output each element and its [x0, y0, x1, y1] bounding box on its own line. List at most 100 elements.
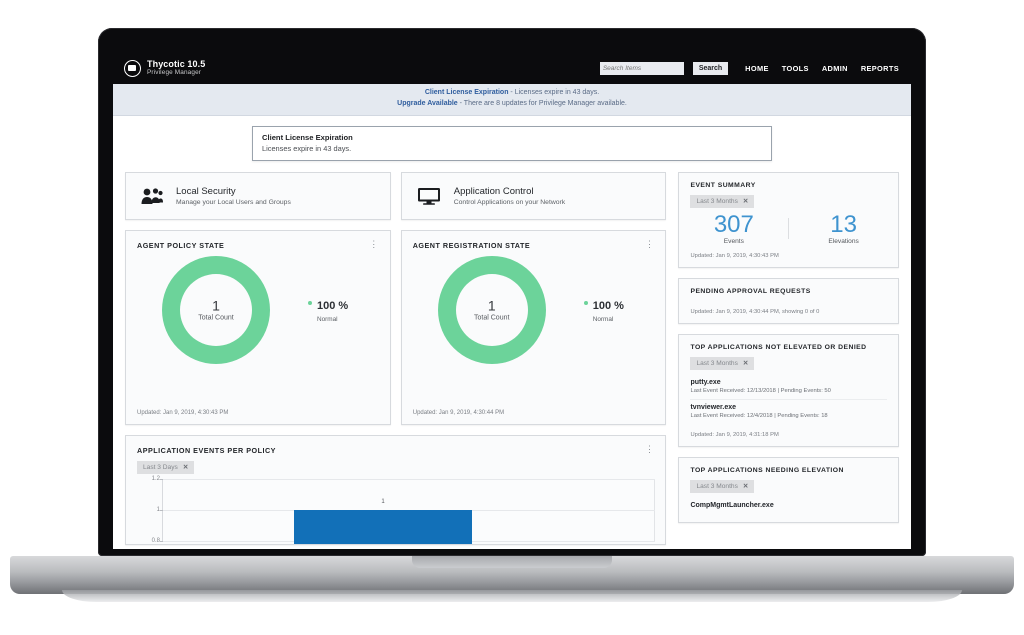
- shortcut-local-security[interactable]: Local Security Manage your Local Users a…: [125, 172, 391, 220]
- list-item[interactable]: putty.exe Last Event Received: 12/13/201…: [690, 375, 887, 400]
- brand-text: Thycotic 10.5 Privilege Manager: [147, 60, 205, 76]
- filter-pill-label: Last 3 Days: [143, 464, 178, 471]
- panel-title: TOP APPLICATIONS NEEDING ELEVATION: [690, 467, 887, 474]
- nav-link-admin[interactable]: ADMIN: [822, 64, 848, 73]
- card-header: AGENT POLICY STATE ⋮: [126, 231, 390, 250]
- y-axis-tick-label: 1.2: [136, 476, 160, 482]
- panel-event-summary: EVENT SUMMARY Last 3 Months ✕ 307 Events: [678, 172, 899, 268]
- legend-name: Normal: [593, 316, 624, 323]
- y-axis-tick-mark: [160, 510, 163, 511]
- donut-card-row: AGENT POLICY STATE ⋮ 1 Total Count: [125, 230, 666, 425]
- legend-name: Normal: [317, 316, 348, 323]
- dashboard-main-column: Local Security Manage your Local Users a…: [125, 172, 666, 545]
- shortcut-application-control[interactable]: Application Control Control Applications…: [401, 172, 667, 220]
- nav-link-tools[interactable]: TOOLS: [782, 64, 809, 73]
- filter-pill-label: Last 3 Months: [696, 360, 737, 367]
- card-header: AGENT REGISTRATION STATE ⋮: [402, 231, 666, 250]
- laptop-mockup: Thycotic 10.5 Privilege Manager Search H…: [0, 0, 1024, 635]
- stat-label: Events: [679, 238, 788, 245]
- shortcut-subtitle: Control Applications on your Network: [454, 199, 565, 206]
- nav-link-home[interactable]: HOME: [745, 64, 769, 73]
- stat-value: 13: [789, 212, 898, 237]
- notice-license-text: - Licenses expire in 43 days.: [508, 89, 599, 96]
- search-input[interactable]: [600, 62, 684, 75]
- nav-link-reports[interactable]: REPORTS: [861, 64, 899, 73]
- kebab-menu-icon[interactable]: ⋮: [369, 241, 379, 248]
- donut-legend: 100 % Normal: [584, 296, 624, 323]
- notice-license-title: Client License Expiration: [425, 89, 509, 96]
- laptop-base-notch: [412, 556, 612, 568]
- app-meta: Last Event Received: 12/4/2018 | Pending…: [690, 413, 887, 419]
- shortcut-application-control-text: Application Control Control Applications…: [454, 186, 565, 206]
- card-header: APPLICATION EVENTS PER POLICY ⋮: [126, 436, 665, 455]
- donut-count: 1: [438, 298, 546, 313]
- filter-pill-label: Last 3 Months: [696, 483, 737, 490]
- application-list: putty.exe Last Event Received: 12/13/201…: [679, 370, 898, 424]
- stat-value: 307: [679, 212, 788, 237]
- notice-license[interactable]: Client License Expiration - Licenses exp…: [113, 88, 911, 99]
- stat-label: Elevations: [789, 238, 898, 245]
- donut-chart: 1 Total Count: [438, 256, 546, 364]
- close-icon[interactable]: ✕: [743, 197, 748, 205]
- legend-dot-icon: [308, 301, 312, 305]
- y-axis-tick-label: 0.8: [136, 538, 160, 544]
- brand-product: Privilege Manager: [147, 70, 205, 77]
- kebab-menu-icon[interactable]: ⋮: [644, 241, 654, 248]
- panel-top-applications-not-elevated: TOP APPLICATIONS NOT ELEVATED OR DENIED …: [678, 334, 899, 447]
- bar-chart-plot: 1.2 1 0.8 1: [136, 479, 655, 541]
- card-updated-timestamp: Updated: Jan 9, 2019, 4:30:43 PM: [137, 410, 228, 416]
- license-expiration-callout[interactable]: Client License Expiration Licenses expir…: [252, 126, 772, 161]
- app-name: CompMgmtLauncher.exe: [690, 502, 887, 509]
- y-axis-tick-label: 1: [136, 507, 160, 513]
- list-item[interactable]: CompMgmtLauncher.exe: [690, 498, 887, 514]
- panel-header: EVENT SUMMARY: [679, 173, 898, 189]
- filter-pill-last-3-months[interactable]: Last 3 Months ✕: [690, 357, 754, 370]
- stat-elevations: 13 Elevations: [789, 212, 898, 245]
- top-navigation: Search HOME TOOLS ADMIN REPORTS: [600, 62, 899, 75]
- monitor-icon: [416, 186, 442, 206]
- donut-center-label: 1 Total Count: [438, 298, 546, 321]
- brand-logo-block[interactable]: Thycotic 10.5 Privilege Manager: [124, 60, 205, 77]
- laptop-foot-shadow: [62, 590, 962, 602]
- panel-top-applications-needing-elevation: TOP APPLICATIONS NEEDING ELEVATION Last …: [678, 457, 899, 523]
- y-axis-tick-mark: [160, 479, 163, 480]
- notice-upgrade-title: Upgrade Available: [397, 100, 458, 107]
- y-axis-tick-mark: [160, 541, 163, 542]
- shortcut-title: Application Control: [454, 186, 565, 197]
- card-agent-registration-state: AGENT REGISTRATION STATE ⋮ 1 Total Count: [401, 230, 667, 425]
- panel-updated-timestamp: Updated: Jan 9, 2019, 4:30:44 PM, showin…: [679, 295, 898, 315]
- panel-updated-timestamp: Updated: Jan 9, 2019, 4:30:43 PM: [679, 245, 898, 259]
- shortcut-title: Local Security: [176, 186, 291, 197]
- close-icon[interactable]: ✕: [743, 359, 748, 367]
- app-meta: Last Event Received: 12/13/2018 | Pendin…: [690, 388, 887, 394]
- filter-pill-last-3-days[interactable]: Last 3 Days ✕: [137, 461, 194, 474]
- panel-header: TOP APPLICATIONS NOT ELEVATED OR DENIED: [679, 335, 898, 351]
- filter-pill-label: Last 3 Months: [696, 198, 737, 205]
- notice-upgrade[interactable]: Upgrade Available - There are 8 updates …: [113, 99, 911, 110]
- close-icon[interactable]: ✕: [183, 463, 188, 471]
- panel-header: TOP APPLICATIONS NEEDING ELEVATION: [679, 458, 898, 474]
- list-item[interactable]: tvnviewer.exe Last Event Received: 12/4/…: [690, 400, 887, 424]
- callout-title: Client License Expiration: [262, 133, 762, 142]
- kebab-menu-icon[interactable]: ⋮: [644, 446, 654, 453]
- stat-events: 307 Events: [679, 212, 788, 245]
- application-list: CompMgmtLauncher.exe: [679, 493, 898, 514]
- shortcut-subtitle: Manage your Local Users and Groups: [176, 199, 291, 206]
- bar[interactable]: [294, 510, 472, 545]
- filter-pill-last-3-months[interactable]: Last 3 Months ✕: [690, 195, 754, 208]
- legend-percent: 100 %: [593, 300, 624, 312]
- donut-count-label: Total Count: [438, 314, 546, 321]
- app-name: tvnviewer.exe: [690, 404, 887, 411]
- nav-links: HOME TOOLS ADMIN REPORTS: [745, 64, 899, 73]
- donut-chart: 1 Total Count: [162, 256, 270, 364]
- card-title: AGENT REGISTRATION STATE: [413, 241, 530, 250]
- card-agent-policy-state: AGENT POLICY STATE ⋮ 1 Total Count: [125, 230, 391, 425]
- filter-pill-last-3-months[interactable]: Last 3 Months ✕: [690, 480, 754, 493]
- search-button[interactable]: Search: [693, 62, 728, 75]
- close-icon[interactable]: ✕: [743, 482, 748, 490]
- donut-legend: 100 % Normal: [308, 296, 348, 323]
- donut-center-label: 1 Total Count: [162, 298, 270, 321]
- legend-text: 100 % Normal: [317, 296, 348, 323]
- callout-subtitle: Licenses expire in 43 days.: [262, 144, 762, 153]
- shortcut-row: Local Security Manage your Local Users a…: [125, 172, 666, 220]
